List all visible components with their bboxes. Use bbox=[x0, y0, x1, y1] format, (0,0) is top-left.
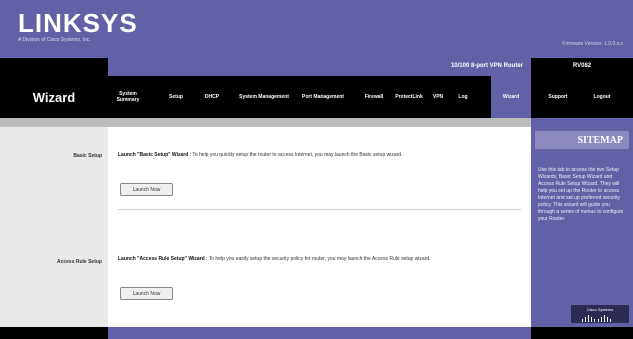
model-box: RV082 bbox=[531, 58, 633, 76]
sidebar-help-text: Use this tab to access the two Setup Wiz… bbox=[538, 167, 624, 222]
label-column: Basic Setup Access Rule Setup bbox=[0, 127, 108, 327]
section-title: Wizard bbox=[32, 89, 76, 105]
access-rule-setup-label: Access Rule Setup bbox=[56, 259, 102, 265]
sitemap-sidebar: SITEMAP Use this tab to access the two S… bbox=[531, 127, 633, 327]
product-name: 10/100 8-port VPN Router bbox=[450, 63, 523, 69]
section-divider bbox=[118, 209, 521, 210]
divider-strip-side bbox=[531, 118, 633, 127]
cisco-brand-name: Cisco Systems bbox=[586, 307, 614, 312]
basic-setup-label: Basic Setup bbox=[73, 153, 102, 159]
tab-log[interactable]: Log bbox=[450, 76, 476, 118]
footer-right bbox=[531, 327, 633, 339]
nav-tabs: System Summary Setup DHCP System Managem… bbox=[108, 76, 633, 118]
header: LINKSYS A Division of Cisco Systems, Inc… bbox=[0, 0, 633, 58]
logo-subtitle: A Division of Cisco Systems, Inc. bbox=[18, 37, 91, 43]
access-wizard-description: Launch "Access Rule Setup" Wizard : To h… bbox=[118, 255, 523, 263]
tab-system-management[interactable]: System Management bbox=[236, 76, 292, 118]
tab-setup[interactable]: Setup bbox=[160, 76, 192, 118]
product-bar-left bbox=[0, 58, 108, 76]
basic-wizard-text: : To help you quickly setup the router t… bbox=[188, 152, 403, 158]
tab-dhcp[interactable]: DHCP bbox=[198, 76, 226, 118]
tab-support[interactable]: Support bbox=[540, 76, 576, 118]
firmware-version: Firmware Version: 1.0.0.x.x bbox=[562, 41, 623, 47]
model-number: RV082 bbox=[572, 63, 592, 69]
tab-wizard[interactable]: Wizard bbox=[491, 76, 531, 118]
tab-logout[interactable]: Logout bbox=[584, 76, 620, 118]
cisco-logo: Cisco Systems bbox=[571, 305, 629, 323]
launch-access-rule-button[interactable]: Launch Now bbox=[120, 287, 173, 300]
basic-wizard-description: Launch "Basic Setup" Wizard : To help yo… bbox=[118, 151, 523, 159]
content-area: Launch "Basic Setup" Wizard : To help yo… bbox=[108, 127, 531, 327]
tab-firewall[interactable]: Firewall bbox=[358, 76, 390, 118]
tab-system-summary[interactable]: System Summary bbox=[108, 76, 148, 118]
tab-port-management[interactable]: Port Management bbox=[298, 76, 348, 118]
access-wizard-title: Launch "Access Rule Setup" Wizard bbox=[118, 256, 205, 262]
basic-wizard-title: Launch "Basic Setup" Wizard bbox=[118, 152, 189, 158]
linksys-logo: LINKSYS bbox=[18, 8, 138, 38]
launch-basic-setup-button[interactable]: Launch Now bbox=[120, 183, 173, 196]
router-web-ui: LINKSYS A Division of Cisco Systems, Inc… bbox=[0, 0, 633, 339]
tab-protectlink[interactable]: ProtectLink bbox=[392, 76, 426, 118]
sitemap-link[interactable]: SITEMAP bbox=[535, 131, 629, 149]
product-bar: 10/100 8-port VPN Router bbox=[108, 58, 531, 76]
tab-vpn[interactable]: VPN bbox=[428, 76, 448, 118]
cisco-bridge-icon bbox=[582, 315, 611, 322]
main-nav: Wizard System Summary Setup DHCP System … bbox=[0, 76, 633, 118]
footer-left bbox=[0, 327, 108, 339]
footer-bar bbox=[108, 327, 531, 339]
access-wizard-text: : To help you easily setup the security … bbox=[204, 256, 431, 262]
